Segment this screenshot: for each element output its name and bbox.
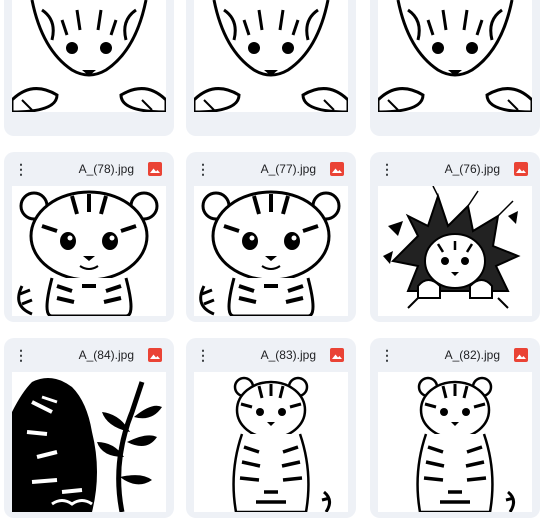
more-vert-icon[interactable]: ⋮ bbox=[380, 348, 394, 362]
more-vert-icon[interactable]: ⋮ bbox=[196, 162, 210, 176]
file-grid: ⋮ A_(78).jpg ⋮ A_(77).jpg ⋮ A_(76).jpg ⋮… bbox=[0, 0, 542, 518]
image-file-icon bbox=[330, 348, 344, 362]
tiger-cub-sitting-sketch-art bbox=[416, 376, 515, 512]
file-card-header: ⋮ A_(77).jpg bbox=[186, 152, 356, 186]
file-card-header: ⋮ A_(83).jpg bbox=[186, 338, 356, 372]
file-name: A_(83).jpg bbox=[260, 348, 316, 362]
file-card[interactable]: ⋮ A_(82).jpg bbox=[370, 338, 540, 518]
file-card-header: ⋮ A_(76).jpg bbox=[370, 152, 540, 186]
file-card[interactable]: ⋮ A_(83).jpg bbox=[186, 338, 356, 518]
file-card-header: ⋮ A_(84).jpg bbox=[4, 338, 174, 372]
file-name: A_(84).jpg bbox=[78, 348, 134, 362]
more-vert-icon[interactable]: ⋮ bbox=[14, 348, 28, 362]
image-file-icon bbox=[514, 348, 528, 362]
file-name: A_(82).jpg bbox=[444, 348, 500, 362]
file-card-header: ⋮ A_(82).jpg bbox=[370, 338, 540, 372]
more-vert-icon[interactable]: ⋮ bbox=[14, 162, 28, 176]
file-thumbnail[interactable] bbox=[194, 186, 348, 316]
file-thumbnail[interactable] bbox=[378, 186, 532, 316]
tiger-cub-paws-art bbox=[12, 0, 166, 112]
tiger-silhouette-leaves-art bbox=[12, 378, 162, 512]
file-card[interactable]: ⋮ A_(84).jpg bbox=[4, 338, 174, 518]
file-thumbnail[interactable] bbox=[12, 0, 166, 112]
tiger-cub-breaking-wall-art bbox=[383, 186, 521, 309]
file-thumbnail[interactable] bbox=[378, 372, 532, 512]
file-card[interactable] bbox=[4, 0, 174, 136]
file-thumbnail[interactable] bbox=[378, 0, 532, 112]
tiger-cub-sitting-cartoon-art bbox=[17, 190, 159, 316]
more-vert-icon[interactable]: ⋮ bbox=[380, 162, 394, 176]
file-thumbnail[interactable] bbox=[12, 372, 166, 512]
image-file-icon bbox=[148, 348, 162, 362]
more-vert-icon[interactable]: ⋮ bbox=[196, 348, 210, 362]
image-file-icon bbox=[330, 162, 344, 176]
image-file-icon bbox=[514, 162, 528, 176]
tiger-cub-sitting-sketch-art bbox=[232, 376, 331, 512]
file-name: A_(76).jpg bbox=[444, 162, 500, 176]
file-name: A_(77).jpg bbox=[260, 162, 316, 176]
file-thumbnail[interactable] bbox=[194, 372, 348, 512]
tiger-cub-sitting-cartoon-art bbox=[199, 190, 341, 316]
file-thumbnail[interactable] bbox=[194, 0, 348, 112]
tiger-cub-paws-art bbox=[194, 0, 348, 112]
file-thumbnail[interactable] bbox=[12, 186, 166, 316]
file-card[interactable]: ⋮ A_(77).jpg bbox=[186, 152, 356, 322]
tiger-cub-paws-art bbox=[378, 0, 532, 112]
file-card[interactable]: ⋮ A_(78).jpg bbox=[4, 152, 174, 322]
file-card[interactable] bbox=[186, 0, 356, 136]
file-card-header: ⋮ A_(78).jpg bbox=[4, 152, 174, 186]
file-card[interactable]: ⋮ A_(76).jpg bbox=[370, 152, 540, 322]
image-file-icon bbox=[148, 162, 162, 176]
file-name: A_(78).jpg bbox=[78, 162, 134, 176]
file-card[interactable] bbox=[370, 0, 540, 136]
